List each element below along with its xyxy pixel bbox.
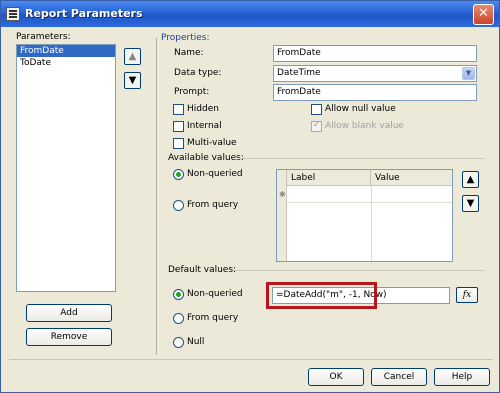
arrow-up-icon: ▲: [128, 51, 137, 62]
dialog-icon: [6, 7, 20, 21]
checkmark-icon: ✓: [313, 120, 321, 130]
data-type-value: DateTime: [277, 68, 321, 78]
available-non-queried-radio[interactable]: [173, 169, 184, 180]
grid-column-value[interactable]: Value: [371, 170, 452, 186]
help-button[interactable]: Help: [434, 368, 490, 386]
parameter-item-fromdate[interactable]: FromDate: [17, 45, 115, 57]
allow-blank-label: Allow blank value: [325, 121, 404, 131]
title-bar: Report Parameters ✕: [1, 1, 499, 27]
available-from-query-radio[interactable]: [173, 200, 184, 211]
footer-separator: [9, 359, 493, 360]
available-values-grid[interactable]: Label Value ✱: [276, 169, 453, 262]
grid-divider: [371, 186, 372, 261]
available-from-query-label: From query: [187, 200, 239, 210]
default-null-label: Null: [187, 337, 205, 347]
internal-label: Internal: [187, 121, 222, 131]
close-button[interactable]: ✕: [473, 4, 494, 25]
grid-move-up-button[interactable]: ▲: [462, 171, 479, 188]
allow-null-label: Allow null value: [325, 104, 396, 114]
default-values-divider: [233, 270, 485, 271]
prompt-field[interactable]: FromDate: [273, 84, 477, 101]
prompt-label: Prompt:: [174, 87, 210, 97]
ok-button[interactable]: OK: [308, 368, 364, 386]
grid-row-header: [277, 170, 287, 261]
default-null-radio[interactable]: [173, 337, 184, 348]
highlight-box: [266, 282, 377, 309]
add-button[interactable]: Add: [26, 304, 112, 322]
internal-checkbox[interactable]: [173, 121, 184, 132]
hidden-label: Hidden: [187, 104, 219, 114]
default-from-query-label: From query: [187, 313, 239, 323]
hidden-checkbox[interactable]: [173, 104, 184, 115]
report-parameters-dialog: Report Parameters ✕ Parameters: FromDate…: [0, 0, 500, 393]
expression-button[interactable]: fx: [456, 287, 478, 303]
grid-column-label[interactable]: Label: [287, 170, 371, 186]
name-field[interactable]: FromDate: [273, 45, 477, 62]
fx-icon: fx: [462, 290, 472, 300]
arrow-down-icon: ▼: [128, 75, 137, 86]
default-non-queried-label: Non-queried: [187, 289, 243, 299]
default-non-queried-radio[interactable]: [173, 289, 184, 300]
data-type-label: Data type:: [174, 68, 222, 78]
properties-heading: Properties:: [161, 33, 210, 43]
chevron-down-icon[interactable]: ▼: [462, 67, 475, 80]
available-non-queried-label: Non-queried: [187, 169, 243, 179]
parameters-label: Parameters:: [16, 32, 71, 42]
multivalue-label: Multi-value: [187, 138, 237, 148]
parameters-list[interactable]: FromDate ToDate: [16, 44, 116, 292]
available-values-heading: Available values:: [168, 153, 244, 163]
arrow-down-icon: ▼: [466, 198, 475, 209]
allow-null-checkbox[interactable]: [311, 104, 322, 115]
remove-button[interactable]: Remove: [26, 328, 112, 346]
window-title: Report Parameters: [25, 7, 143, 20]
available-values-divider: [239, 158, 485, 159]
default-values-heading: Default values:: [168, 265, 237, 275]
data-type-select[interactable]: DateTime ▼: [273, 65, 477, 82]
name-label: Name:: [174, 48, 204, 58]
grid-move-down-button[interactable]: ▼: [462, 195, 479, 212]
move-down-button[interactable]: ▼: [124, 72, 141, 89]
parameter-item-todate[interactable]: ToDate: [17, 57, 115, 69]
allow-blank-checkbox[interactable]: ✓: [311, 120, 322, 132]
cancel-button[interactable]: Cancel: [371, 368, 427, 386]
new-row-icon: ✱: [279, 190, 286, 199]
multivalue-checkbox[interactable]: [173, 138, 184, 149]
default-from-query-radio[interactable]: [173, 313, 184, 324]
arrow-up-icon: ▲: [466, 174, 475, 185]
grid-row[interactable]: [287, 202, 452, 203]
move-up-button[interactable]: ▲: [124, 48, 141, 65]
